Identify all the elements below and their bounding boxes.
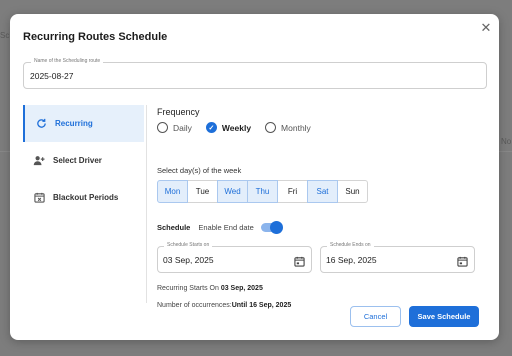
radio-unchecked-icon [157,122,168,133]
sidebar-item-label: Select Driver [53,156,102,165]
frequency-radio-monthly[interactable]: Monthly [265,122,311,133]
sidebar-item-select-driver[interactable]: Select Driver [23,142,144,179]
background-text-right: No [501,137,512,146]
day-toggle-thu[interactable]: Thu [247,180,278,203]
background-divider [499,151,512,152]
day-selector: Mon Tue Wed Thu Fri Sat Sun [157,180,368,203]
recurring-start-date: 03 Sep, 2025 [220,285,263,292]
calendar-icon[interactable] [294,254,305,267]
frequency-options: Daily ✓ Weekly Monthly [157,122,325,133]
schedule-start-date-field[interactable]: Schedule Starts on 03 Sep, 2025 [157,242,312,273]
radio-label: Monthly [281,122,311,133]
radio-unchecked-icon [265,122,277,133]
route-name-label: Name of the Scheduling route [31,58,104,64]
end-date-toggle-label: Enable End date [198,223,254,232]
close-icon[interactable]: ✕ [478,20,494,36]
occurrences-value: Until 16 Sep, 2025 [231,302,292,309]
recurring-start-prefix: Recurring Starts On [157,285,221,292]
occurrences-prefix: Number of occurrences: [157,302,232,309]
recurring-start-info: Recurring Starts On 03 Sep, 2025 [157,285,263,292]
refresh-icon [35,118,47,130]
sidebar-item-label: Recurring [55,119,93,128]
sidebar-item-label: Blackout Periods [53,193,119,202]
radio-label: Daily [173,122,192,133]
radio-label: Weekly [221,122,252,133]
radio-checked-icon: ✓ [205,122,217,133]
day-toggle-tue[interactable]: Tue [187,180,218,203]
background-divider [0,151,10,152]
start-date-label: Schedule Starts on [164,242,213,248]
add-user-icon [33,155,45,167]
modal-title: Recurring Routes Schedule [23,31,168,43]
day-toggle-mon[interactable]: Mon [157,180,188,203]
toggle-knob [269,221,283,234]
cancel-button[interactable]: Cancel [350,306,401,327]
calendar-icon[interactable] [457,254,468,267]
end-date-label: Schedule Ends on [327,242,374,248]
calendar-x-icon [33,192,45,204]
schedule-row: Schedule Enable End date [157,221,283,234]
sidebar-divider [146,105,147,303]
occurrences-info: Number of occurrences:Until 16 Sep, 2025 [157,302,291,309]
frequency-radio-daily[interactable]: Daily [157,122,192,133]
frequency-radio-weekly[interactable]: ✓ Weekly [205,122,252,133]
schedule-sidebar: Recurring Select Driver Blackout Periods [23,105,144,216]
route-name-field[interactable]: Name of the Scheduling route 2025-08-27 [23,58,487,89]
schedule-end-date-field[interactable]: Schedule Ends on 16 Sep, 2025 [320,242,475,273]
route-name-value: 2025-08-27 [30,71,74,81]
day-toggle-fri[interactable]: Fri [277,180,308,203]
frequency-label: Frequency [157,107,200,117]
start-date-value: 03 Sep, 2025 [163,255,214,265]
days-label: Select day(s) of the week [157,166,242,175]
recurring-schedule-modal: Recurring Routes Schedule ✕ Name of the … [10,14,499,340]
end-date-value: 16 Sep, 2025 [326,255,377,265]
day-toggle-sat[interactable]: Sat [307,180,338,203]
day-toggle-wed[interactable]: Wed [217,180,248,203]
save-schedule-button[interactable]: Save Schedule [409,306,479,327]
sidebar-item-blackout-periods[interactable]: Blackout Periods [23,179,144,216]
end-date-toggle[interactable] [260,221,283,234]
schedule-label: Schedule [157,223,191,232]
sidebar-item-recurring[interactable]: Recurring [23,105,144,142]
day-toggle-sun[interactable]: Sun [337,180,368,203]
